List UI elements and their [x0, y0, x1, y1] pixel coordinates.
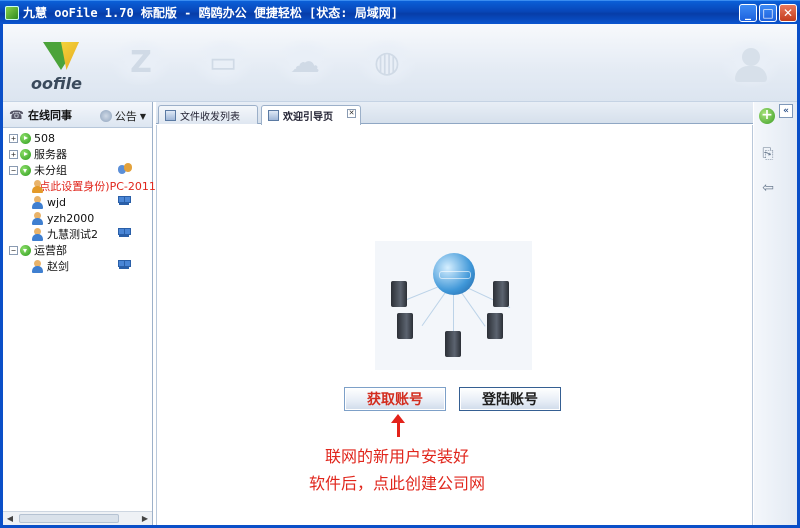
arrow-up-icon: [391, 414, 405, 438]
tab-strip: 文件收发列表 欢迎引导页 ✕: [156, 102, 753, 125]
group-row[interactable]: − 未分组: [3, 162, 152, 178]
cloud-storage-icon[interactable]: ☁: [275, 38, 335, 86]
collapse-icon[interactable]: −: [9, 245, 18, 255]
group-label: 508: [34, 131, 55, 145]
transfer-icon[interactable]: Z: [111, 38, 171, 86]
logo-text: oofile: [31, 74, 82, 93]
tab-label: 文件收发列表: [180, 111, 240, 123]
user-icon: [31, 227, 43, 241]
close-button[interactable]: ✕: [779, 4, 797, 22]
server-icon: [493, 281, 509, 307]
colleague-panel-header: ☎ 在线同事 公告 ▼: [3, 102, 152, 128]
network-illustration: [375, 241, 532, 370]
server-icon: [397, 313, 413, 339]
title-bar: 九慧 ooFile 1.70 标配版 - 鸥鸥办公 便捷轻松 [状态: 局域网]…: [0, 0, 800, 24]
file-list-icon: [165, 109, 176, 121]
list-item[interactable]: wjd: [3, 194, 152, 210]
group-label: 服务器: [34, 148, 67, 161]
server-icon: [445, 331, 461, 357]
welcome-page-icon: [268, 110, 279, 121]
group-members-icon[interactable]: [118, 163, 132, 175]
lan-connection-icon: [118, 228, 131, 238]
expand-icon[interactable]: +: [9, 149, 18, 159]
member-label[interactable]: (点此设置身份)PC-20110: [35, 178, 163, 194]
export-icon[interactable]: ⎘: [759, 146, 777, 162]
main-toolbar: oofile Z ▭ ☁ ◍: [3, 24, 797, 102]
member-label: 九慧测试2: [47, 228, 98, 241]
colleague-tree: + 508 + 服务器 − 未分组 (点此设置身份)PC-20110 wjd y…: [3, 128, 163, 274]
group-row[interactable]: − 运营部: [3, 242, 152, 258]
member-label: 赵剑: [47, 260, 69, 273]
login-account-button[interactable]: 登陆账号: [459, 387, 561, 411]
hint-text: 联网的新用户安装好 软件后，点此创建公司网: [277, 443, 517, 497]
user-profile-icon[interactable]: [721, 38, 781, 88]
lan-connection-icon: [118, 196, 131, 206]
phone-icon: ☎: [9, 107, 24, 122]
list-item[interactable]: (点此设置身份)PC-20110: [3, 178, 163, 194]
group-status-icon: [20, 244, 31, 256]
group-status-icon: [20, 132, 31, 144]
globe-icon: [433, 253, 475, 295]
window-controls: _ □ ✕: [739, 4, 797, 22]
app-logo: oofile: [21, 34, 101, 94]
list-item[interactable]: yzh2000: [3, 210, 152, 226]
network-icon[interactable]: ▭: [193, 38, 253, 86]
colleague-panel: ☎ 在线同事 公告 ▼ + 508 + 服务器 − 未分组 (点此设置身份)PC…: [3, 102, 163, 525]
lan-connection-icon: [118, 260, 131, 270]
panel-title: 在线同事: [27, 108, 72, 122]
server-icon: [487, 313, 503, 339]
maximize-button[interactable]: □: [759, 4, 777, 22]
member-label: wjd: [47, 195, 67, 209]
group-status-icon: [20, 148, 31, 160]
scroll-left-icon[interactable]: ◀: [4, 513, 16, 524]
collapse-sidebar-button[interactable]: «: [779, 104, 793, 118]
scroll-thumb[interactable]: [19, 514, 119, 523]
welcome-page: 获取账号 登陆账号 联网的新用户安装好 软件后，点此创建公司网: [156, 125, 753, 525]
collapse-icon[interactable]: −: [9, 165, 18, 175]
group-label: 运营部: [34, 244, 67, 257]
window-body: oofile Z ▭ ☁ ◍ ☎ 在线同事 公告 ▼ + 508 + 服务器 −…: [3, 24, 797, 525]
notice-dropdown[interactable]: 公告 ▼: [99, 108, 146, 124]
tab-welcome[interactable]: 欢迎引导页 ✕: [261, 105, 361, 125]
get-account-button[interactable]: 获取账号: [344, 387, 446, 411]
tab-label: 欢迎引导页: [283, 112, 333, 123]
user-icon: [31, 211, 43, 225]
import-icon[interactable]: ⇦: [759, 180, 777, 196]
chevron-down-icon: ▼: [139, 111, 146, 121]
globe-icon[interactable]: ◍: [357, 38, 417, 86]
horizontal-scrollbar[interactable]: ◀ ▶: [3, 511, 152, 525]
window-title: 九慧 ooFile 1.70 标配版 - 鸥鸥办公 便捷轻松 [状态: 局域网]: [23, 6, 398, 20]
hint-line-2: 软件后，点此创建公司网: [308, 474, 485, 493]
member-label: yzh2000: [47, 211, 95, 225]
server-icon: [391, 281, 407, 307]
hint-line-1: 联网的新用户安装好: [324, 447, 469, 466]
minimize-button[interactable]: _: [739, 4, 757, 22]
group-status-icon: [20, 164, 31, 176]
window-frame: oofile Z ▭ ☁ ◍ ☎ 在线同事 公告 ▼ + 508 + 服务器 −…: [0, 24, 800, 528]
list-item[interactable]: 九慧测试2: [3, 226, 152, 242]
group-label: 未分组: [34, 164, 67, 177]
bell-icon: [99, 110, 112, 122]
scroll-right-icon[interactable]: ▶: [139, 513, 151, 524]
app-icon: [5, 5, 19, 20]
add-button[interactable]: +: [759, 108, 775, 124]
close-tab-icon[interactable]: ✕: [347, 109, 356, 118]
expand-icon[interactable]: +: [9, 133, 18, 143]
user-icon: [31, 259, 43, 273]
group-row[interactable]: + 508: [3, 130, 152, 146]
list-item[interactable]: 赵剑: [3, 258, 152, 274]
user-icon: [31, 195, 43, 209]
tab-file-transfer[interactable]: 文件收发列表: [158, 105, 258, 124]
notice-label: 公告: [114, 110, 137, 123]
right-sidebar: « + ⎘ ⇦: [754, 102, 797, 525]
group-row[interactable]: + 服务器: [3, 146, 152, 162]
